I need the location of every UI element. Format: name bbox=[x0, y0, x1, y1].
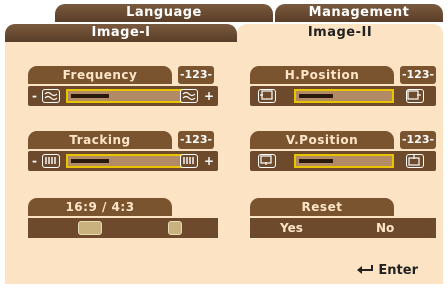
decrease-icon[interactable]: - bbox=[32, 151, 37, 171]
v-position-slider-fill bbox=[299, 159, 333, 163]
shift-up-icon[interactable] bbox=[406, 154, 424, 168]
aspect-ratio-control[interactable]: 16:9 / 4:3 bbox=[28, 198, 218, 242]
shift-down-icon[interactable] bbox=[258, 154, 276, 168]
aspect-options-bar bbox=[28, 218, 218, 238]
frequency-slider-track[interactable] bbox=[66, 89, 194, 103]
tracking-label: Tracking bbox=[28, 131, 172, 149]
tracking-slider-track[interactable] bbox=[66, 154, 194, 168]
shift-right-icon[interactable] bbox=[406, 89, 424, 103]
v-position-slider-track[interactable] bbox=[294, 154, 394, 168]
tracking-slider-row[interactable]: - + bbox=[28, 151, 218, 171]
reset-options-bar: Yes No bbox=[250, 218, 436, 238]
increase-icon[interactable]: + bbox=[204, 86, 214, 106]
shift-left-icon[interactable] bbox=[258, 89, 276, 103]
frequency-slider-fill bbox=[71, 94, 109, 98]
reset-no-button[interactable]: No bbox=[376, 218, 394, 238]
enter-label: Enter bbox=[378, 263, 418, 278]
enter-arrow-icon bbox=[356, 263, 379, 278]
frequency-label: Frequency bbox=[28, 66, 172, 84]
h-position-control[interactable]: H.Position -123- bbox=[250, 66, 436, 108]
h-position-slider-fill bbox=[299, 94, 333, 98]
tracking-control[interactable]: Tracking -123- - + bbox=[28, 131, 218, 173]
v-position-slider-row[interactable] bbox=[250, 151, 436, 171]
h-position-slider-track[interactable] bbox=[294, 89, 394, 103]
tracking-icon-right bbox=[180, 154, 198, 168]
reset-control[interactable]: Reset Yes No bbox=[250, 198, 436, 242]
h-position-slider-row[interactable] bbox=[250, 86, 436, 106]
tracking-slider-fill bbox=[71, 159, 109, 163]
tab-image-1[interactable]: Image-I bbox=[5, 24, 237, 42]
v-position-control[interactable]: V.Position -123- bbox=[250, 131, 436, 173]
frequency-control[interactable]: Frequency -123- - + bbox=[28, 66, 218, 108]
frequency-icon bbox=[42, 89, 60, 103]
v-position-label: V.Position bbox=[250, 131, 394, 149]
aspect-4-3-icon[interactable] bbox=[168, 221, 182, 235]
increase-icon[interactable]: + bbox=[204, 151, 214, 171]
v-position-value-badge[interactable]: -123- bbox=[400, 131, 436, 149]
aspect-label: 16:9 / 4:3 bbox=[28, 198, 172, 216]
tracking-value-badge[interactable]: -123- bbox=[178, 131, 214, 149]
reset-yes-button[interactable]: Yes bbox=[280, 218, 303, 238]
aspect-16-9-icon[interactable] bbox=[78, 221, 102, 235]
enter-hint: Enter bbox=[356, 263, 418, 278]
h-position-label: H.Position bbox=[250, 66, 394, 84]
tracking-icon bbox=[42, 154, 60, 168]
tab-language[interactable]: Language bbox=[55, 4, 273, 22]
reset-label: Reset bbox=[250, 198, 394, 216]
tab-management[interactable]: Management bbox=[275, 4, 443, 22]
frequency-icon-right bbox=[180, 89, 198, 103]
decrease-icon[interactable]: - bbox=[32, 86, 37, 106]
tab-image-2[interactable]: Image-II bbox=[237, 24, 443, 42]
h-position-value-badge[interactable]: -123- bbox=[400, 66, 436, 84]
frequency-value-badge[interactable]: -123- bbox=[178, 66, 214, 84]
frequency-slider-row[interactable]: - + bbox=[28, 86, 218, 106]
